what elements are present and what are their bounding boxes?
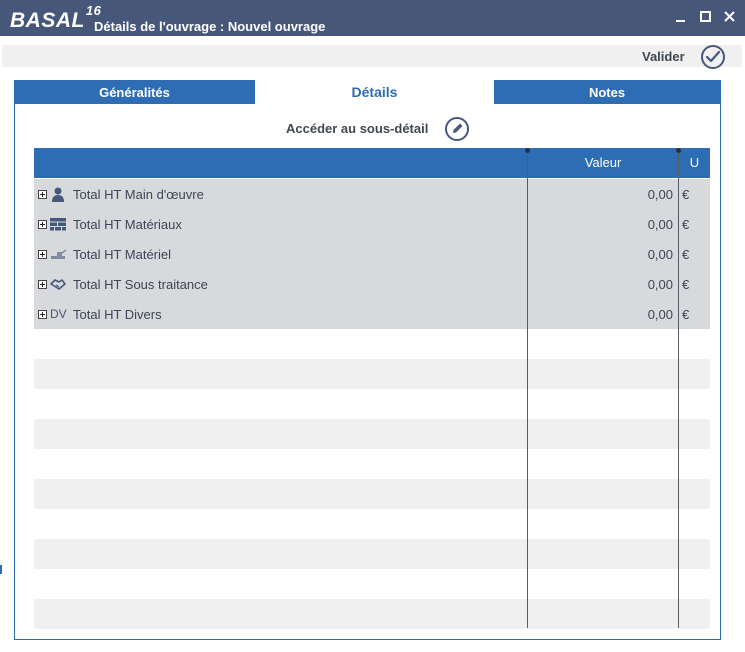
table-row[interactable]: Total HT Matériaux 0,00 € [34, 209, 710, 239]
table-row[interactable]: Total HT Sous traitance 0,00 € [34, 269, 710, 299]
dv-icon: DV [50, 307, 67, 321]
column-resize-handle[interactable] [676, 148, 681, 153]
empty-row [34, 479, 710, 509]
person-icon [52, 187, 64, 202]
column-header-unit[interactable]: U [679, 148, 710, 178]
validate-button[interactable]: Valider [642, 49, 685, 64]
tab-details[interactable]: Détails [255, 80, 494, 104]
expand-icon[interactable] [38, 190, 47, 199]
table-row[interactable]: Total HT Matériel 0,00 € [34, 239, 710, 269]
column-separator[interactable] [527, 148, 528, 628]
empty-row [34, 389, 710, 419]
expand-icon[interactable] [38, 250, 47, 259]
empty-row [34, 569, 710, 599]
app-logo: BASAL16 [10, 3, 102, 32]
row-unit: € [682, 187, 690, 202]
edge-marker [0, 565, 2, 574]
empty-row [34, 539, 710, 569]
tab-notes[interactable]: Notes [494, 80, 720, 104]
empty-row [34, 509, 710, 539]
row-unit: € [682, 217, 690, 232]
empty-row [34, 599, 710, 629]
empty-row [34, 449, 710, 479]
machinery-icon [51, 249, 67, 259]
empty-row [34, 359, 710, 389]
column-separator[interactable] [678, 148, 679, 628]
expand-icon[interactable] [38, 280, 47, 289]
table-row[interactable]: DV Total HT Divers 0,00 € [34, 299, 710, 329]
minimize-icon[interactable] [672, 8, 690, 26]
bricks-icon [50, 218, 66, 231]
empty-row [34, 329, 710, 359]
expand-icon[interactable] [38, 310, 47, 319]
row-value: 0,00 [647, 247, 673, 262]
row-value: 0,00 [647, 187, 673, 202]
row-label: Total HT Main d'œuvre [73, 187, 204, 202]
window-title: Détails de l'ouvrage : Nouvel ouvrage [94, 19, 326, 34]
row-label: Total HT Matériaux [73, 217, 182, 232]
close-icon[interactable] [721, 8, 739, 26]
maximize-icon[interactable] [697, 8, 715, 26]
pencil-edit-icon[interactable] [444, 116, 470, 142]
check-circle-icon[interactable] [700, 44, 726, 70]
row-value: 0,00 [647, 217, 673, 232]
row-value: 0,00 [647, 307, 673, 322]
row-value: 0,00 [647, 277, 673, 292]
tab-generalites[interactable]: Généralités [14, 80, 255, 104]
handshake-icon [50, 279, 66, 290]
row-label: Total HT Divers [73, 307, 162, 322]
row-unit: € [682, 307, 690, 322]
row-label: Total HT Sous traitance [73, 277, 208, 292]
row-unit: € [682, 277, 690, 292]
row-label: Total HT Matériel [73, 247, 172, 262]
row-unit: € [682, 247, 690, 262]
column-resize-handle[interactable] [525, 148, 530, 153]
toolbar [2, 45, 742, 67]
subdetail-link[interactable]: Accéder au sous-détail [286, 121, 428, 136]
empty-row [34, 419, 710, 449]
column-header-value[interactable]: Valeur [528, 148, 678, 178]
expand-icon[interactable] [38, 220, 47, 229]
table-row[interactable]: Total HT Main d'œuvre 0,00 € [34, 179, 710, 209]
